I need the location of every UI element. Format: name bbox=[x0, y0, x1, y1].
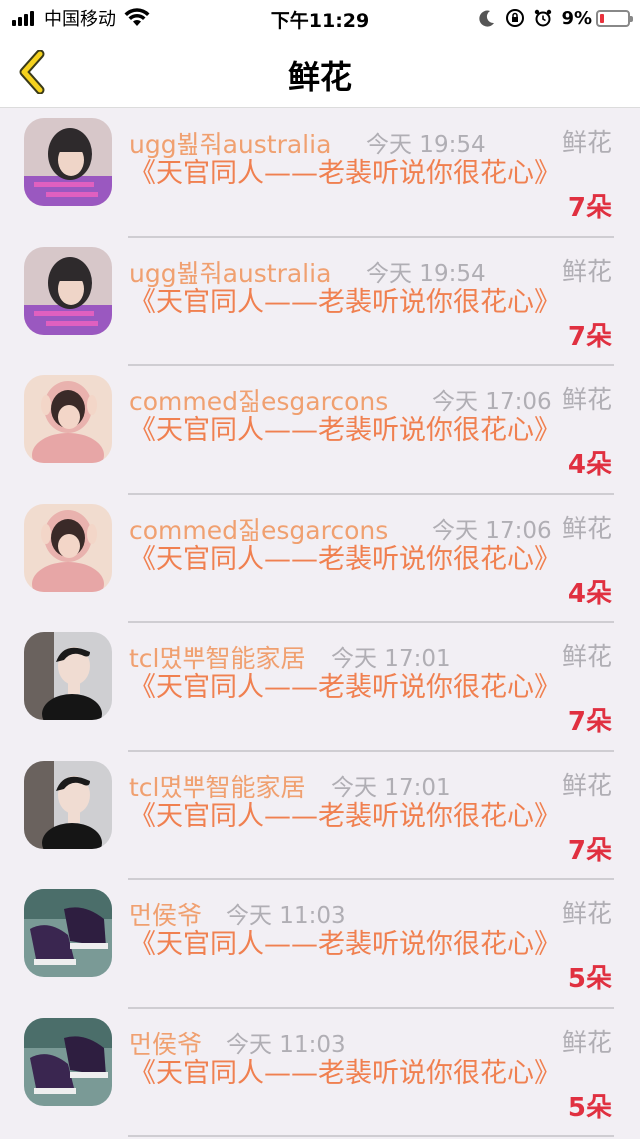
battery-icon bbox=[596, 9, 633, 27]
gift-type: 鲜花 bbox=[561, 1027, 612, 1057]
timestamp: 今天 17:06 bbox=[432, 517, 552, 544]
gift-type: 鲜花 bbox=[561, 899, 612, 928]
status-bar: 中国移动 下午11:29 9% bbox=[0, 0, 640, 36]
avatar-girl-purple[interactable] bbox=[24, 118, 112, 206]
timestamp: 今天 19:54 bbox=[366, 260, 486, 287]
flower-list: ugg뵖줘australia 今天 19:54 鲜花 《天官同人——老裴听说你很… bbox=[0, 109, 640, 1137]
gift-type: 鲜花 bbox=[561, 385, 612, 414]
battery-percent: 9% bbox=[561, 7, 592, 29]
gift-type: 鲜花 bbox=[561, 513, 612, 543]
timestamp: 今天 11:03 bbox=[226, 1031, 346, 1058]
book-title[interactable]: 《天官同人——老裴听说你很花心》 bbox=[129, 928, 561, 961]
list-item[interactable]: ugg뵖줘australia 今天 19:54 鲜花 《天官同人——老裴听说你很… bbox=[0, 238, 640, 366]
gift-type: 鲜花 bbox=[561, 128, 612, 157]
book-title[interactable]: 《天官同人——老裴听说你很花心》 bbox=[129, 671, 561, 704]
book-title[interactable]: 《天官同人——老裴听说你很花心》 bbox=[129, 157, 561, 190]
timestamp: 今天 17:06 bbox=[432, 389, 552, 415]
flower-count: 7朵 bbox=[567, 193, 612, 223]
user-name[interactable]: tcl몄뿌智能家居 bbox=[129, 768, 306, 804]
flower-count: 4朵 bbox=[567, 450, 612, 480]
list-item[interactable]: tcl몄뿌智能家居 今天 17:01 鲜花 《天官同人——老裴听说你很花心》 7… bbox=[0, 623, 640, 752]
timestamp: 今天 11:03 bbox=[226, 903, 346, 929]
list-item[interactable]: 먼侯爷 今天 11:03 鲜花 《天官同人——老裴听说你很花心》 5朵 bbox=[0, 880, 640, 1009]
alarm-icon bbox=[535, 9, 552, 27]
list-item[interactable]: 먼侯爷 今天 11:03 鲜花 《天官同人——老裴听说你很花心》 5朵 bbox=[0, 1009, 640, 1137]
user-name[interactable]: commed짊esgarcons bbox=[129, 382, 388, 418]
nav-bar: 鲜花 bbox=[0, 36, 640, 108]
rotation-lock-icon bbox=[506, 9, 525, 27]
list-item[interactable]: commed짊esgarcons 今天 17:06 鲜花 《天官同人——老裴听说… bbox=[0, 366, 640, 495]
avatar-pink-hood[interactable] bbox=[24, 375, 112, 463]
avatar-shoes[interactable] bbox=[24, 889, 112, 977]
book-title[interactable]: 《天官同人——老裴听说你很花心》 bbox=[129, 800, 561, 833]
gift-type: 鲜花 bbox=[561, 642, 612, 671]
gift-type: 鲜花 bbox=[561, 770, 612, 800]
avatar-shoes[interactable] bbox=[24, 1017, 112, 1106]
flower-count: 7朵 bbox=[567, 835, 612, 866]
flower-count: 4朵 bbox=[567, 578, 612, 609]
divider bbox=[128, 1135, 614, 1137]
flower-count: 5朵 bbox=[567, 1092, 612, 1123]
user-name[interactable]: 먼侯爷 bbox=[129, 896, 202, 932]
timestamp: 今天 19:54 bbox=[366, 132, 486, 158]
book-title[interactable]: 《天官同人——老裴听说你很花心》 bbox=[129, 286, 561, 319]
user-name[interactable]: tcl몄뿌智能家居 bbox=[129, 639, 306, 675]
list-item[interactable]: tcl몄뿌智能家居 今天 17:01 鲜花 《天官同人——老裴听说你很花心》 7… bbox=[0, 752, 640, 880]
avatar-pink-hood[interactable] bbox=[24, 503, 112, 592]
timestamp: 今天 17:01 bbox=[331, 774, 451, 801]
list-item[interactable]: commed짊esgarcons 今天 17:06 鲜花 《天官同人——老裴听说… bbox=[0, 495, 640, 623]
page-title: 鲜花 bbox=[287, 58, 352, 96]
book-title[interactable]: 《天官同人——老裴听说你很花心》 bbox=[129, 414, 561, 447]
flower-count: 7朵 bbox=[567, 321, 612, 352]
gift-type: 鲜花 bbox=[561, 256, 612, 286]
moon-icon bbox=[479, 10, 495, 27]
avatar-girl-purple[interactable] bbox=[24, 246, 112, 335]
flower-count: 7朵 bbox=[567, 707, 612, 737]
list-item[interactable]: ugg뵖줘australia 今天 19:54 鲜花 《天官同人——老裴听说你很… bbox=[0, 109, 640, 238]
avatar-dark-boy[interactable] bbox=[24, 760, 112, 849]
book-title[interactable]: 《天官同人——老裴听说你很花心》 bbox=[129, 543, 561, 576]
avatar-dark-boy[interactable] bbox=[24, 632, 112, 720]
timestamp: 今天 17:01 bbox=[331, 646, 451, 672]
user-name[interactable]: commed짊esgarcons bbox=[129, 511, 388, 547]
book-title[interactable]: 《天官同人——老裴听说你很花心》 bbox=[129, 1057, 561, 1090]
user-name[interactable]: 먼侯爷 bbox=[129, 1025, 202, 1061]
flower-count: 5朵 bbox=[567, 964, 612, 994]
user-name[interactable]: ugg뵖줘australia bbox=[129, 254, 331, 290]
user-name[interactable]: ugg뵖줘australia bbox=[129, 125, 331, 161]
